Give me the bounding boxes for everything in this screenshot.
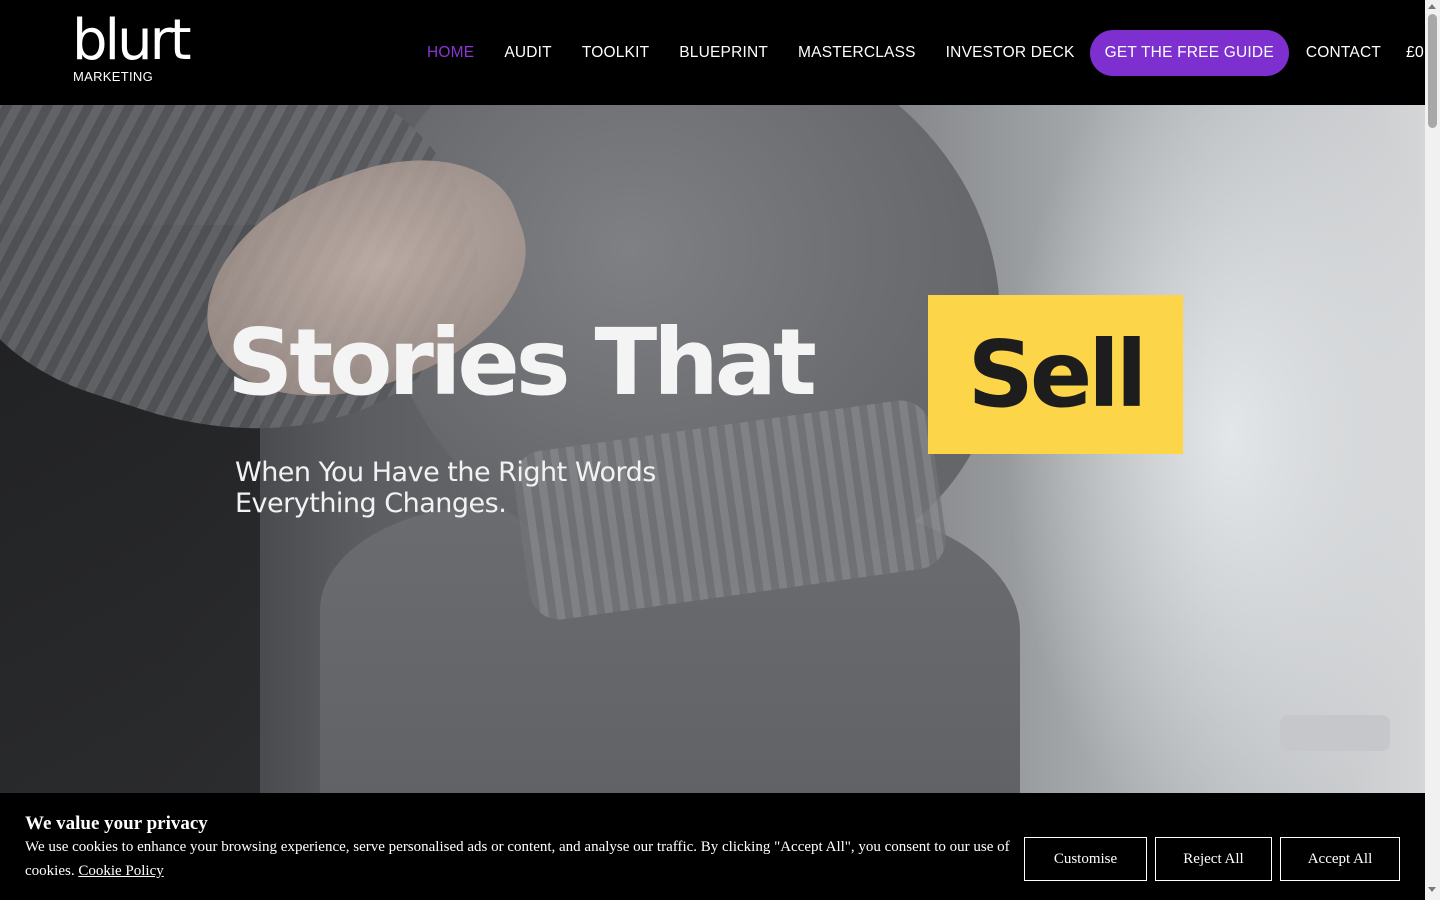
customise-button[interactable]: Customise [1024,837,1147,881]
nav-toolkit[interactable]: TOOLKIT [567,44,664,62]
nav-masterclass[interactable]: MASTERCLASS [783,44,931,62]
hero-section: Stories That Sell When You Have the Righ… [0,105,1425,900]
hero-title: Stories That [227,309,817,416]
accept-all-button[interactable]: Accept All [1280,837,1400,881]
scroll-up-arrow-icon[interactable] [1428,4,1436,9]
hero-title-highlight-text: Sell [967,320,1148,428]
nav-investor-deck[interactable]: INVESTOR DECK [931,44,1090,62]
reject-all-button[interactable]: Reject All [1155,837,1272,881]
nav-blueprint[interactable]: BLUEPRINT [664,44,783,62]
hero-image-outlets [1280,715,1390,751]
cookie-description: We use cookies to enhance your browsing … [25,839,1010,879]
cookie-title: We value your privacy [25,813,208,834]
nav-home[interactable]: HOME [412,44,489,62]
cookie-policy-link[interactable]: Cookie Policy [78,863,163,879]
scroll-down-arrow-icon[interactable] [1428,887,1436,892]
hero-subtitle: When You Have the Right Words Everything… [235,457,755,519]
scrollbar-thumb[interactable] [1428,14,1437,128]
page-scrollbar[interactable] [1425,0,1440,900]
hero-title-highlight: Sell [928,295,1183,454]
hero-subtitle-line-1: When You Have the Right Words [235,457,656,488]
logo-wordmark: blurt [72,8,192,73]
logo[interactable]: blurt MARKETING [72,8,192,85]
cookie-text: We use cookies to enhance your browsing … [25,835,1015,883]
cookie-banner: We value your privacy We use cookies to … [0,793,1425,900]
site-header: blurt MARKETING HOME AUDIT TOOLKIT BLUEP… [0,0,1440,105]
main-nav: HOME AUDIT TOOLKIT BLUEPRINT MASTERCLASS… [412,30,1440,76]
nav-contact[interactable]: CONTACT [1291,44,1396,62]
free-guide-button[interactable]: GET THE FREE GUIDE [1089,30,1289,76]
hero-subtitle-line-2: Everything Changes. [235,488,507,519]
nav-audit[interactable]: AUDIT [489,44,567,62]
